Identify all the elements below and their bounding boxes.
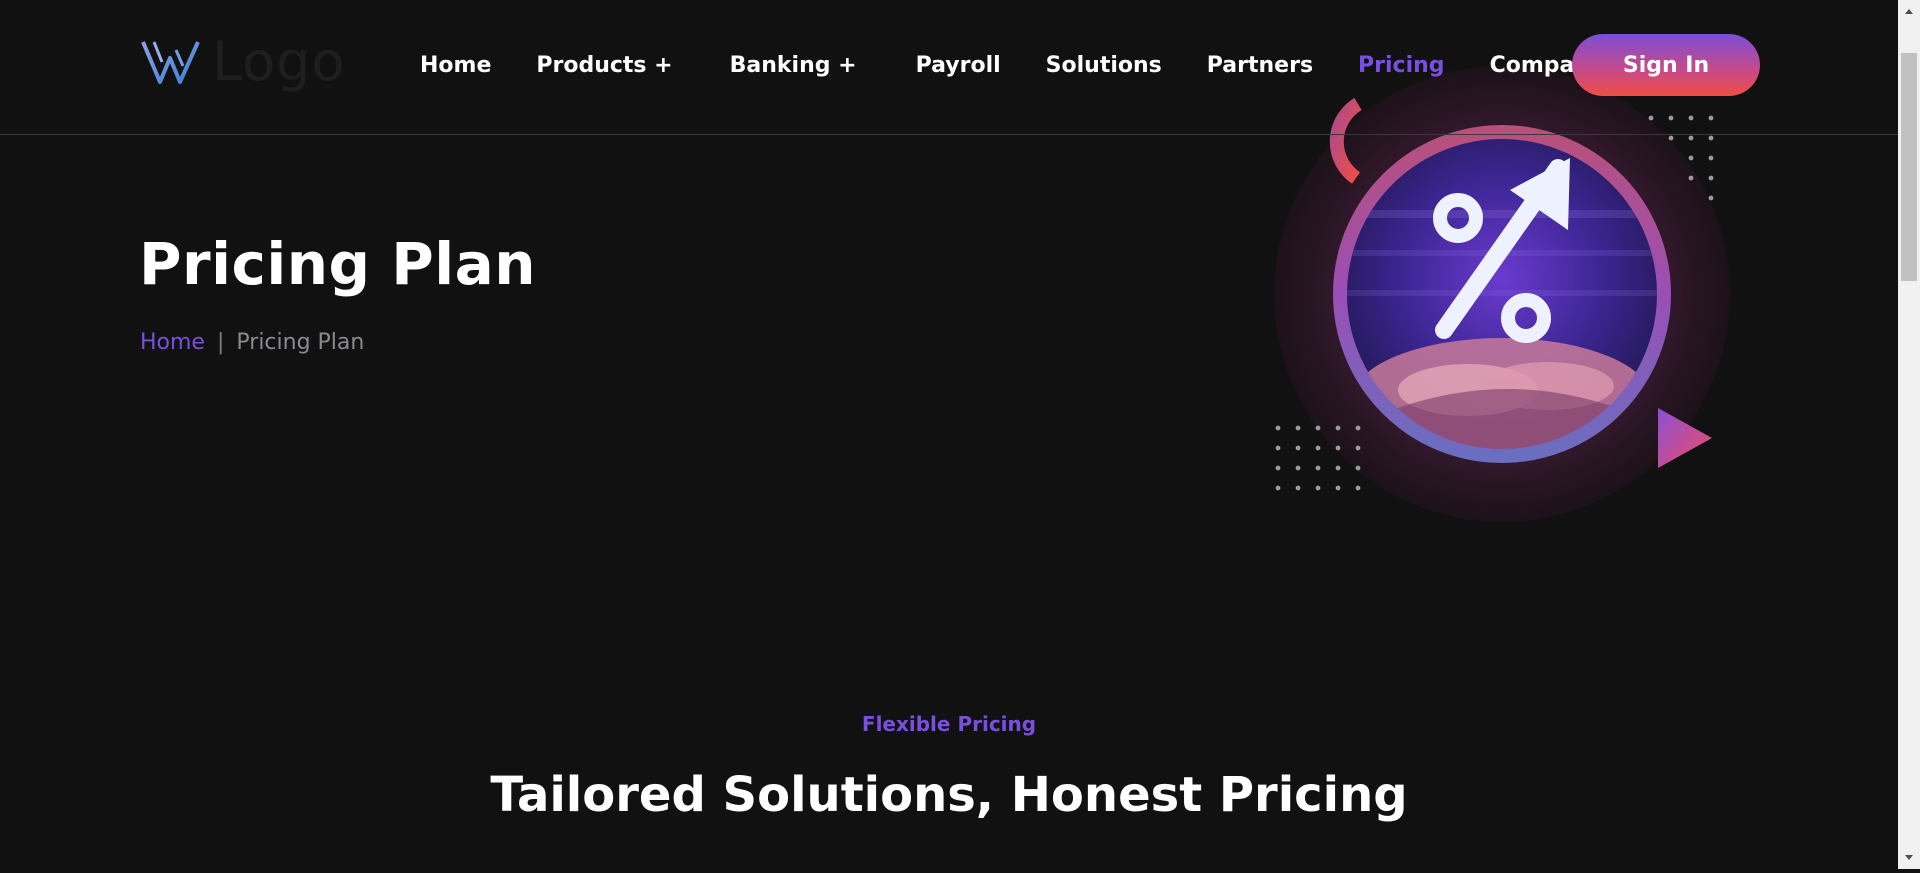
- nav-payroll[interactable]: Payroll: [916, 46, 1001, 86]
- breadcrumb-home-link[interactable]: Home: [140, 330, 205, 355]
- scroll-down-arrow-icon[interactable]: [1898, 847, 1920, 869]
- vertical-scrollbar[interactable]: [1898, 0, 1920, 869]
- sign-in-button[interactable]: Sign In: [1572, 34, 1760, 96]
- logo-text: Logo: [212, 30, 346, 93]
- breadcrumb: Home | Pricing Plan: [140, 328, 364, 358]
- breadcrumb-separator: |: [216, 330, 225, 355]
- nav-partners[interactable]: Partners: [1207, 46, 1313, 86]
- main-nav: Home Products + Banking + Payroll Soluti…: [420, 46, 1630, 86]
- section-tag: Flexible Pricing: [861, 712, 1037, 736]
- logo[interactable]: Logo: [140, 34, 346, 90]
- page: Logo Home Products + Banking + Payroll S…: [0, 0, 1898, 869]
- nav-pricing[interactable]: Pricing: [1358, 46, 1445, 86]
- page-title: Pricing Plan: [139, 230, 537, 298]
- scrollbar-thumb[interactable]: [1901, 53, 1917, 281]
- logo-mark-icon: [141, 41, 200, 84]
- nav-home[interactable]: Home: [420, 46, 491, 86]
- section-title: Tailored Solutions, Honest Pricing: [490, 767, 1408, 823]
- scroll-up-arrow-icon[interactable]: [1898, 0, 1920, 22]
- breadcrumb-current: Pricing Plan: [236, 330, 365, 355]
- nav-banking[interactable]: Banking +: [730, 46, 857, 86]
- site-header: Logo Home Products + Banking + Payroll S…: [0, 0, 1898, 135]
- nav-solutions[interactable]: Solutions: [1046, 46, 1162, 86]
- nav-products[interactable]: Products +: [536, 46, 672, 86]
